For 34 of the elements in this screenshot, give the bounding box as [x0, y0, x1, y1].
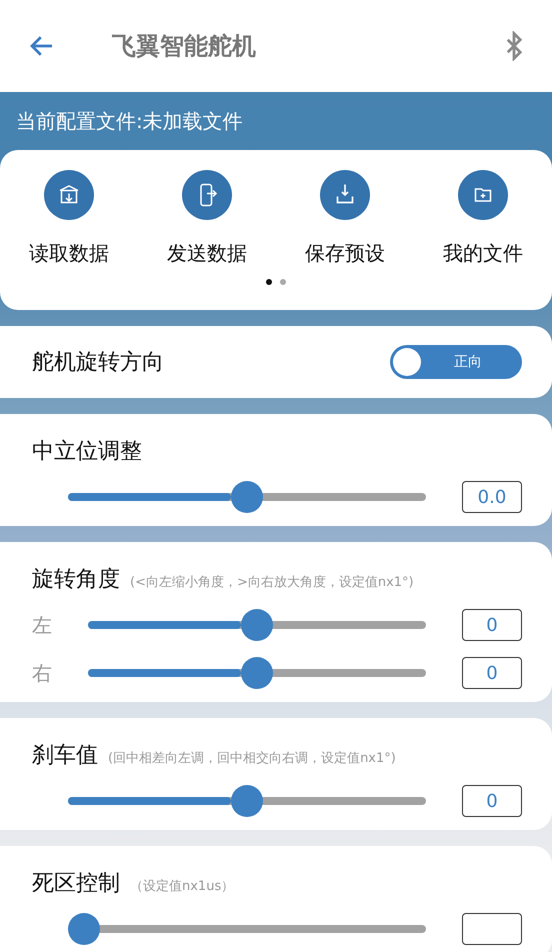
value-field[interactable]: 0: [462, 657, 522, 689]
slider-label: 左: [32, 612, 53, 638]
slider-thumb[interactable]: [68, 913, 100, 945]
slider-label: 右: [32, 660, 53, 686]
slider-thumb[interactable]: [231, 785, 263, 817]
slider[interactable]: [68, 913, 426, 945]
section-title: 舵机旋转方向: [32, 349, 164, 377]
action-button[interactable]: 读取数据: [29, 170, 109, 267]
section-title: 死区控制: [32, 870, 120, 898]
section-title: 中立位调整: [32, 438, 142, 466]
section-title: 旋转角度: [32, 566, 120, 594]
page-dot[interactable]: [266, 279, 272, 285]
page-dot[interactable]: [280, 279, 286, 285]
action-button[interactable]: 保存预设: [305, 170, 385, 267]
app-title: 飞翼智能舵机: [112, 31, 256, 62]
value-field[interactable]: 0.0: [462, 481, 522, 513]
section-hint: (回中相差向左调，回中相交向右调，设定值nx1°): [108, 750, 396, 767]
slider[interactable]: [68, 481, 426, 513]
section-title: 刹车值: [32, 742, 98, 770]
value-field[interactable]: [462, 913, 522, 945]
slider-thumb[interactable]: [241, 657, 273, 689]
action-button[interactable]: 我的文件: [443, 170, 523, 267]
section-hint: (<向左缩小角度，>向右放大角度，设定值nx1°): [130, 574, 414, 591]
config-file-label: 当前配置文件:未加载文件: [15, 108, 244, 135]
slider[interactable]: [88, 657, 426, 689]
value-field[interactable]: 0: [462, 609, 522, 641]
direction-switch[interactable]: 正向: [390, 345, 522, 379]
slider-thumb[interactable]: [231, 481, 263, 513]
slider[interactable]: [68, 785, 426, 817]
slider-thumb[interactable]: [241, 609, 273, 641]
slider[interactable]: [88, 609, 426, 641]
action-button[interactable]: 发送数据: [167, 170, 247, 267]
value-field[interactable]: 0: [462, 785, 522, 817]
section-hint: （设定值nx1us）: [130, 878, 234, 895]
